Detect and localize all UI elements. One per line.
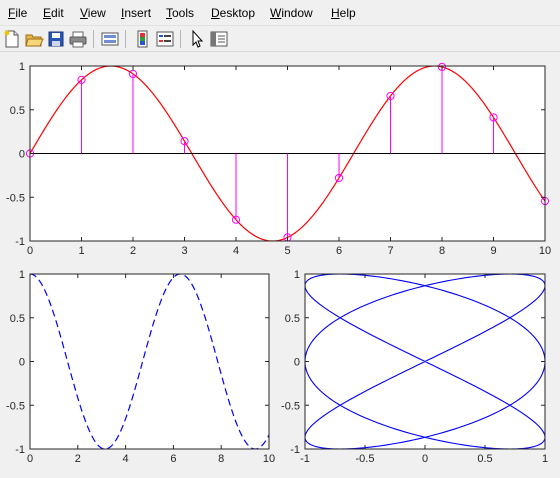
- menu-tools[interactable]: Tools: [166, 6, 194, 20]
- figure-toolbar: [0, 25, 560, 52]
- x-tick-label: 9: [490, 245, 496, 257]
- x-tick-label: -1: [300, 453, 310, 465]
- y-tick-label: -1: [15, 236, 25, 248]
- edit-plot-pointer-icon[interactable]: [187, 29, 207, 49]
- x-tick-label: 10: [263, 453, 275, 465]
- insert-colorbar-icon[interactable]: [133, 29, 153, 49]
- insert-legend-icon[interactable]: [155, 29, 175, 49]
- x-tick-label: 1: [542, 453, 548, 465]
- menu-desktop[interactable]: Desktop: [211, 6, 255, 20]
- x-tick-label: -0.5: [356, 453, 375, 465]
- y-tick-label: 1: [19, 269, 25, 281]
- x-tick-label: 6: [170, 453, 176, 465]
- y-tick-label: 0: [19, 357, 25, 369]
- y-tick-label: 1: [19, 61, 25, 73]
- x-tick-label: 0: [422, 453, 428, 465]
- x-tick-label: 6: [336, 245, 342, 257]
- menu-help[interactable]: Help: [331, 6, 356, 20]
- y-tick-label: 0.5: [10, 105, 25, 117]
- x-tick-label: 0.5: [477, 453, 492, 465]
- y-tick-label: 0.5: [285, 313, 300, 325]
- x-tick-label: 0: [27, 245, 33, 257]
- axes-3: -1 -0.5 0 0.5 1 -1 -0.5 0 0.5 1: [281, 269, 548, 465]
- menu-insert[interactable]: Insert: [121, 6, 151, 20]
- y-tick-label: -0.5: [281, 400, 300, 412]
- y-tick-label: 0: [294, 357, 300, 369]
- figure-canvas: 0 1 2 3 4 5 6 7 8 9 10 -1 -0.5 0 0.5 1 0 2 4 6 8 10 -1 -0.5 0 0.5…: [0, 52, 560, 474]
- y-tick-label: -0.5: [6, 192, 25, 204]
- toolbar-separator: [125, 30, 126, 48]
- plot-area: [30, 274, 269, 449]
- menu-bar: File Edit View Insert Tools Desktop Wind…: [0, 0, 560, 25]
- x-tick-label: 7: [387, 245, 393, 257]
- x-tick-label: 1: [78, 245, 84, 257]
- save-icon[interactable]: [46, 29, 66, 49]
- x-tick-label: 10: [539, 245, 551, 257]
- x-tick-label: 8: [439, 245, 445, 257]
- y-tick-label: -0.5: [6, 400, 25, 412]
- property-inspector-icon[interactable]: [209, 29, 229, 49]
- x-tick-label: 3: [181, 245, 187, 257]
- x-tick-label: 8: [218, 453, 224, 465]
- figure-svg: 0 1 2 3 4 5 6 7 8 9 10-1-0.500.510 2 4 6 8 10-1-0.500.5…: [6, 61, 551, 465]
- x-tick-label: 4: [123, 453, 129, 465]
- menu-edit[interactable]: Edit: [43, 6, 64, 20]
- toolbar-separator: [180, 30, 181, 48]
- menu-window[interactable]: Window: [270, 6, 313, 20]
- open-folder-icon[interactable]: [24, 29, 44, 49]
- y-tick-label: 1: [294, 269, 300, 281]
- x-tick-label: 4: [233, 245, 239, 257]
- y-tick-label: 0: [19, 149, 25, 161]
- link-plot-icon[interactable]: [100, 29, 120, 49]
- y-tick-label: 0.5: [10, 313, 25, 325]
- x-tick-label: 2: [130, 245, 136, 257]
- y-tick-label: -1: [15, 444, 25, 456]
- y-tick-label: -1: [290, 444, 300, 456]
- x-tick-label: 5: [284, 245, 290, 257]
- print-icon[interactable]: [68, 29, 88, 49]
- x-tick-label: 0: [27, 453, 33, 465]
- axes-1: 0 1 2 3 4 5 6 7 8 9 10 -1 -0.5 0 0.5 1: [6, 61, 551, 257]
- menu-view[interactable]: View: [80, 6, 106, 20]
- axes-2: 0 2 4 6 8 10 -1 -0.5 0 0.5 1: [6, 269, 275, 465]
- menu-file[interactable]: File: [8, 6, 27, 20]
- new-file-icon[interactable]: [2, 29, 22, 49]
- x-tick-label: 2: [75, 453, 81, 465]
- toolbar-separator: [93, 30, 94, 48]
